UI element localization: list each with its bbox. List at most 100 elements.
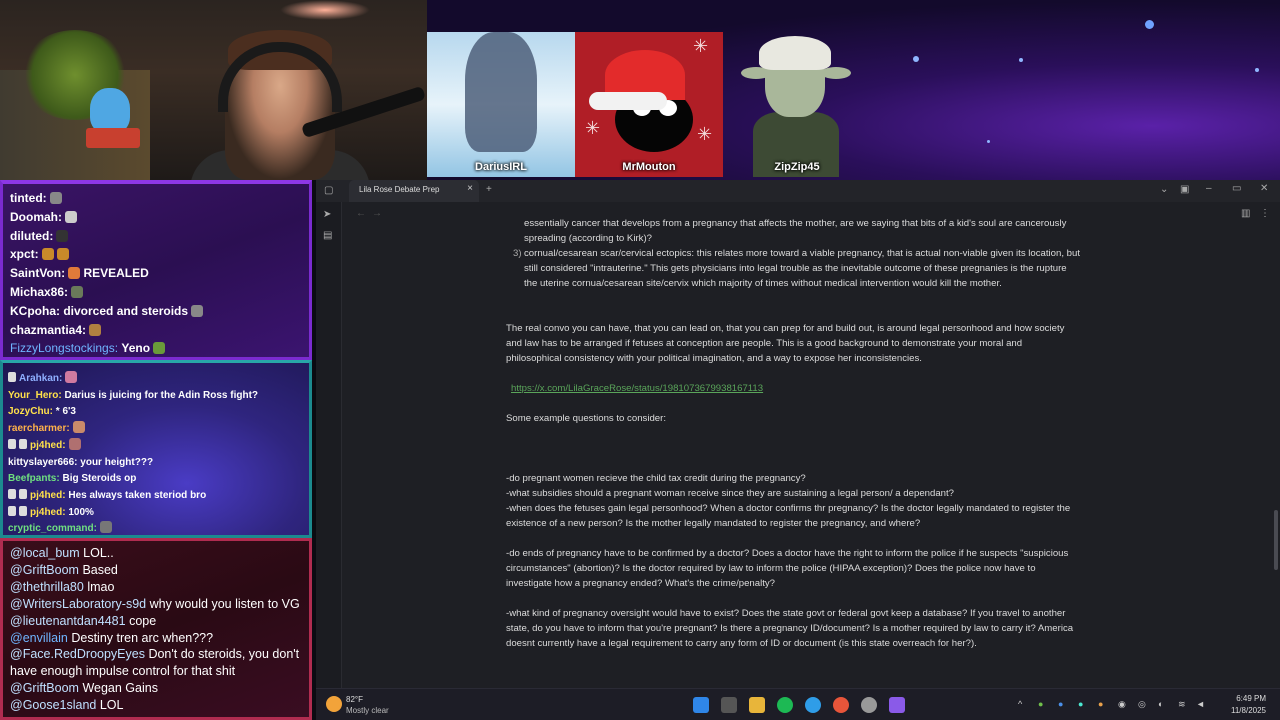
tray-app-icon[interactable]: ● [1098,699,1103,709]
chevron-up-icon[interactable]: ^ [1018,699,1022,709]
browser-sidebar: ➤ ▤ [316,202,342,688]
tray-app-icon[interactable]: ◎ [1138,699,1146,710]
emote-icon [65,371,78,383]
tray-app-icon[interactable]: ● [1078,699,1083,709]
weather-icon[interactable] [326,696,342,712]
guest-cam-dariusirl: DariusIRL [427,32,575,177]
badge-icon [8,372,16,382]
document-content: essentially cancer that develops from a … [506,216,1106,666]
santa-hat-rim [589,92,667,110]
question-item: -do pregnant women recieve the child tax… [506,473,806,484]
chat-message: @Goose1sland LOL [10,698,124,713]
tab-lila-rose-debate-prep[interactable]: Lila Rose Debate Prep × [349,180,479,202]
chat-message: @WritersLaboratory-s9d why would you lis… [10,596,300,611]
chat-message: xpct: [3,245,309,264]
chat-message: @envillain Destiny tren arc when??? [10,630,214,645]
tray-app-icon[interactable]: ● [1058,699,1063,709]
question-item: -what subsidies should a pregnant woman … [506,488,954,499]
webcam-feed [0,0,427,180]
spotify-icon[interactable] [777,697,793,713]
minimize-button[interactable]: – [1206,183,1212,194]
chat-message: pj4hed: 100% [3,505,309,522]
send-icon[interactable]: ➤ [323,209,331,220]
snowflake-icon: ✳ [693,36,709,56]
snowflake-icon: ✳ [697,124,713,144]
close-window-button[interactable]: ✕ [1260,183,1268,194]
sidebar-toggle-icon[interactable]: ▢ [324,185,333,196]
chat-message: pj4hed: [3,437,309,455]
chat-message: SaintVon: REVEALED [10,266,149,281]
emote-icon [191,304,204,317]
chrome-icon[interactable] [833,697,849,713]
emote-icon [49,192,62,204]
chevron-down-icon[interactable]: ⌄ [1160,184,1168,195]
badge-icon [19,505,27,516]
guest-cam-zipzip45: ZipZip45 [723,32,871,177]
chat-message: Arahkan: [3,371,309,388]
screen: DariusIRL ✳ ✳ ✳ MrMouton ZipZip45 tinted… [0,0,1280,720]
app-icon[interactable] [889,697,905,713]
badge-icon [8,438,16,449]
start-button[interactable] [693,697,709,713]
clock-date[interactable]: 11/8/2025 [1231,706,1266,715]
question-item: -what kind of pregnancy oversight would … [506,608,1074,649]
chat-panel-youtube: @local_bum LOL.. @GriftBoom Based @theth… [0,538,312,720]
chat-message: @lieutenantdan4481 cope [10,613,157,628]
chat-message: pj4hed: Hes always taken steriod bro [3,488,309,505]
emote-icon [68,437,81,450]
chat-message: @local_bum LOL.. [10,546,114,560]
list-item: 3) cornual/cesarean scar/cervical ectopi… [513,248,1081,289]
task-view-icon[interactable] [721,697,737,713]
guest-cam-mrmouton: ✳ ✳ ✳ MrMouton [575,32,723,177]
snowflake-icon: ✳ [585,118,601,138]
chat-message: @Face.RedDroopyEyes Don't do steroids, y… [10,647,300,679]
forward-icon[interactable]: → [372,208,382,219]
obs-icon[interactable] [861,697,877,713]
star [1255,68,1259,72]
steam-icon[interactable]: ◉ [1118,699,1126,710]
wifi-icon[interactable]: ≋ [1178,699,1186,710]
badge-icon [8,488,16,499]
clock-time[interactable]: 6:49 PM [1236,694,1266,703]
chat-message: Michax86: [3,283,309,302]
list-item: essentially cancer that develops from a … [524,218,1067,244]
tweet-link[interactable]: https://x.com/LilaGraceRose/status/19810… [506,381,1106,396]
volume-icon[interactable]: ◄ [1196,699,1205,709]
edge-icon[interactable] [805,697,821,713]
chat-message: JozyChu: * 6'3 [8,406,76,418]
emote-icon [99,521,112,534]
emote-icon [41,248,54,261]
emote-icon [56,229,69,242]
chat-message: @GriftBoom Wegan Gains [10,681,158,696]
emote-icon [71,285,84,298]
paragraph: The real convo you can have, that you ca… [506,323,1065,364]
tray-app-icon[interactable]: ◐ [1158,699,1163,709]
new-tab-button[interactable]: + [486,184,492,195]
badge-icon [19,438,27,449]
maximize-button[interactable]: ▭ [1232,183,1241,194]
chat-message: kittyslayer666: your height??? [8,456,154,468]
emote-icon [72,421,85,434]
question-item: -do ends of pregnancy have to be confirm… [506,548,1069,589]
reading-view-icon[interactable]: ▥ [1241,208,1250,219]
weather-temperature[interactable]: 82°F [346,695,363,704]
chat-message: Doomah: [3,208,309,227]
scrollbar[interactable] [1274,510,1278,570]
tab-close-button[interactable]: × [467,183,473,194]
back-icon[interactable]: ← [356,208,366,219]
tabs-icon[interactable]: ▤ [323,230,332,241]
emote-icon [89,323,102,336]
avatar-ear [821,67,851,79]
star [987,140,990,143]
weather-description[interactable]: Mostly clear [346,706,389,715]
star [913,56,919,62]
file-explorer-icon[interactable] [749,697,765,713]
layout-icon[interactable]: ▣ [1180,184,1189,195]
badge-icon [8,505,16,516]
chat-message: diluted: [3,227,309,246]
toy-base [86,128,140,148]
tray-app-icon[interactable]: ● [1038,699,1043,709]
emote-icon [153,342,166,355]
more-options-icon[interactable]: ⋮ [1260,208,1270,219]
chat-message: @GriftBoom Based [10,562,118,577]
